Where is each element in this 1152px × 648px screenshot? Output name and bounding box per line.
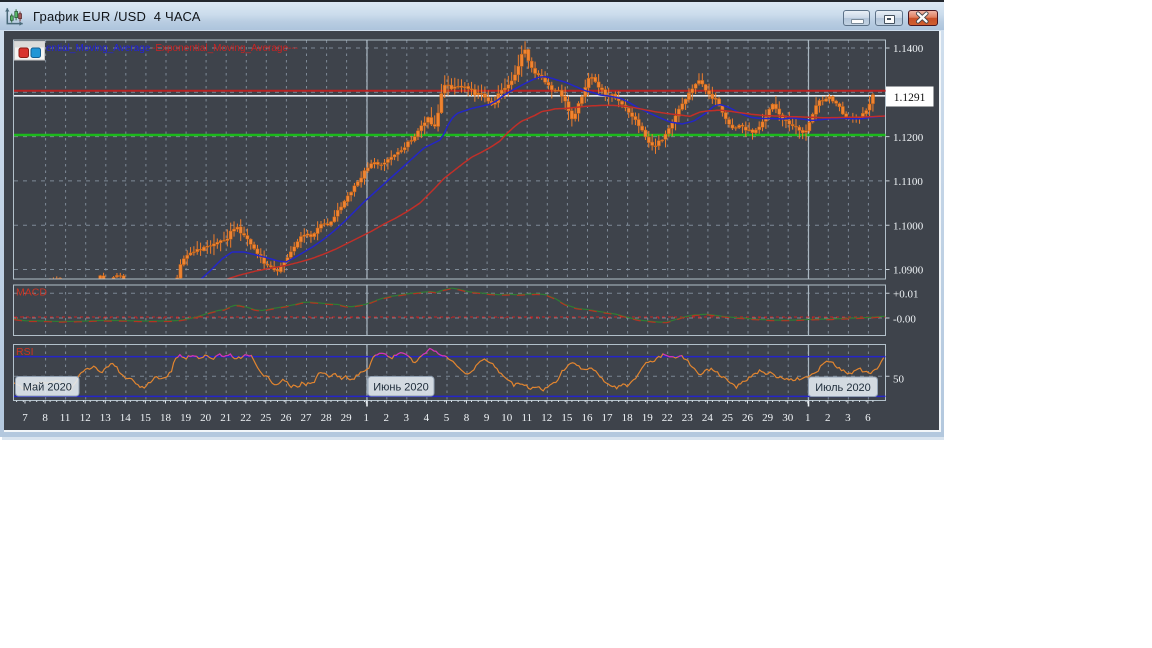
svg-text:10: 10 <box>501 412 513 424</box>
svg-text:23: 23 <box>682 412 694 424</box>
svg-text:1.1400: 1.1400 <box>893 43 924 55</box>
svg-text:3: 3 <box>845 412 851 424</box>
svg-text:4: 4 <box>424 412 430 424</box>
svg-text:11: 11 <box>522 412 533 424</box>
svg-text:24: 24 <box>702 412 714 424</box>
svg-text:19: 19 <box>642 412 654 424</box>
svg-text:RSI: RSI <box>16 346 34 358</box>
svg-text:29: 29 <box>341 412 353 424</box>
svg-text:19: 19 <box>180 412 192 424</box>
svg-text:8: 8 <box>464 412 470 424</box>
svg-text:1.1200: 1.1200 <box>893 132 924 144</box>
svg-text:21: 21 <box>220 412 231 424</box>
svg-text:-Exponential_Moving_Average---: -Exponential_Moving_Average--- <box>152 43 298 54</box>
svg-text:25: 25 <box>260 412 272 424</box>
svg-text:2: 2 <box>825 412 831 424</box>
svg-text:ential_Moving_Average: ential_Moving_Average <box>46 43 151 54</box>
svg-text:MACD: MACD <box>16 287 47 299</box>
svg-text:20: 20 <box>200 412 212 424</box>
svg-text:30: 30 <box>782 412 794 424</box>
svg-text:7: 7 <box>22 412 28 424</box>
svg-text:-0.00: -0.00 <box>893 313 916 325</box>
svg-text:28: 28 <box>321 412 333 424</box>
svg-text:22: 22 <box>662 412 673 424</box>
svg-text:1: 1 <box>805 412 811 424</box>
svg-text:26: 26 <box>742 412 754 424</box>
svg-text:1.1100: 1.1100 <box>893 176 923 188</box>
svg-text:22: 22 <box>240 412 251 424</box>
svg-text:1: 1 <box>363 412 369 424</box>
svg-text:11: 11 <box>60 412 71 424</box>
svg-text:Июнь 2020: Июнь 2020 <box>373 381 429 393</box>
svg-text:13: 13 <box>100 412 112 424</box>
svg-text:Май 2020: Май 2020 <box>23 381 72 393</box>
svg-text:Июль 2020: Июль 2020 <box>815 382 871 394</box>
svg-text:18: 18 <box>622 412 634 424</box>
svg-text:12: 12 <box>80 412 91 424</box>
svg-text:18: 18 <box>160 412 172 424</box>
svg-text:8: 8 <box>42 412 48 424</box>
svg-text:15: 15 <box>140 412 152 424</box>
svg-text:50: 50 <box>893 374 905 386</box>
svg-text:25: 25 <box>722 412 734 424</box>
svg-text:17: 17 <box>602 412 614 424</box>
svg-text:9: 9 <box>484 412 490 424</box>
svg-text:+0.01: +0.01 <box>893 289 918 301</box>
svg-text:16: 16 <box>582 412 594 424</box>
svg-text:15: 15 <box>561 412 573 424</box>
svg-text:1.0900: 1.0900 <box>893 265 924 277</box>
svg-text:3: 3 <box>404 412 410 424</box>
svg-text:27: 27 <box>301 412 313 424</box>
svg-text:1.1291: 1.1291 <box>894 92 926 104</box>
svg-text:26: 26 <box>280 412 292 424</box>
svg-text:5: 5 <box>444 412 450 424</box>
svg-text:12: 12 <box>541 412 552 424</box>
svg-text:1.1000: 1.1000 <box>893 220 924 232</box>
svg-text:29: 29 <box>762 412 774 424</box>
svg-text:6: 6 <box>865 412 871 424</box>
svg-text:2: 2 <box>384 412 390 424</box>
svg-text:14: 14 <box>120 412 132 424</box>
